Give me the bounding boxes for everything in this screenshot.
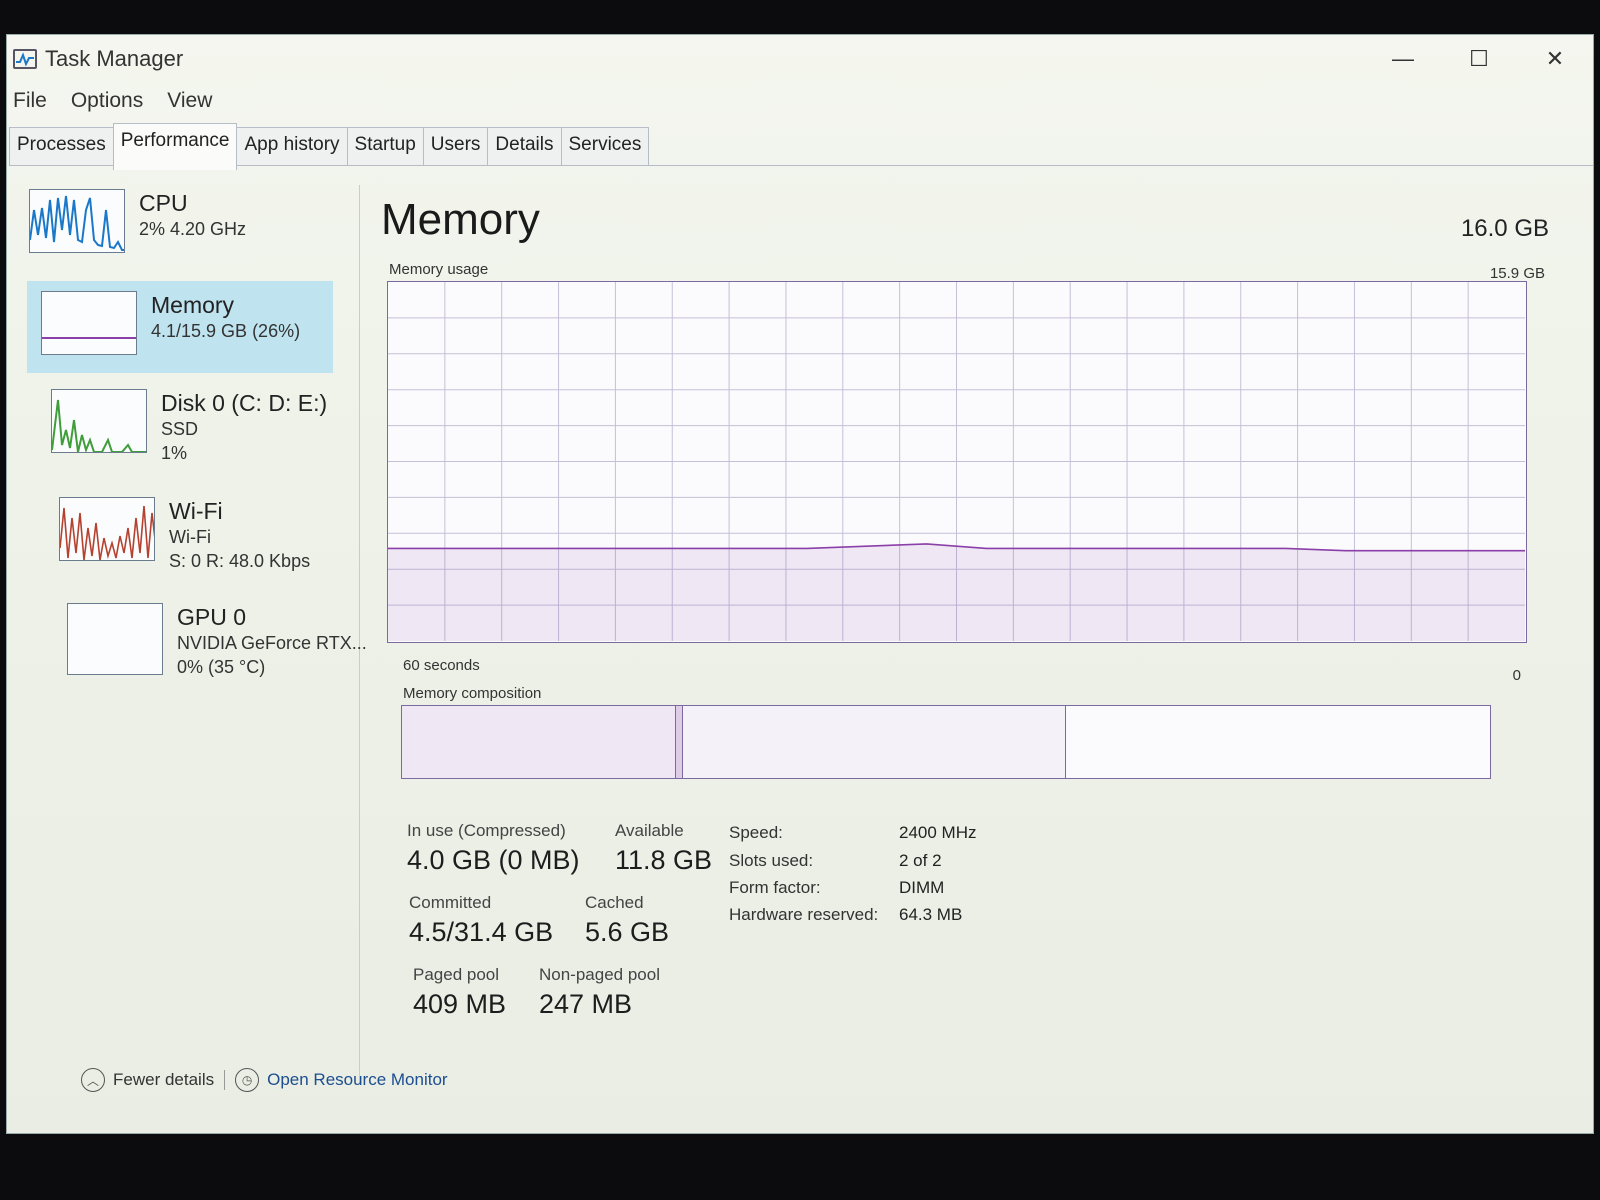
sidebar-memory-usage: 4.1/15.9 GB (26%) [151,321,301,341]
slots-used-value: 2 of 2 [899,851,942,870]
page-title: Memory [381,195,540,244]
tab-startup[interactable]: Startup [346,127,424,165]
memory-usage-area [388,543,1525,641]
tab-services[interactable]: Services [560,127,650,165]
sidebar-wifi-throughput: S: 0 R: 48.0 Kbps [169,551,311,571]
task-manager-icon [13,49,37,69]
gpu-thumbnail-graph [67,603,163,675]
maximize-button[interactable]: ☐ [1441,35,1517,83]
sidebar-gpu-title: GPU 0 [177,604,247,630]
speed-label: Speed: [729,823,783,842]
tab-details[interactable]: Details [487,127,562,165]
composition-segment-free [1066,706,1490,778]
tab-users[interactable]: Users [422,127,489,165]
cached-label: Cached [585,893,644,912]
speed-value: 2400 MHz [899,823,977,842]
composition-segment-standby [682,706,1066,778]
in-use-value: 4.0 GB (0 MB) [407,845,580,875]
sidebar-gpu-usage: 0% (35 °C) [177,657,266,677]
sidebar-cpu-usage: 2% 4.20 GHz [139,219,247,239]
fewer-details-button[interactable]: Fewer details [113,1070,214,1090]
hardware-reserved-label: Hardware reserved: [729,905,879,924]
resource-monitor-icon[interactable]: ◷ [235,1068,260,1092]
tab-performance[interactable]: Performance [112,123,238,170]
sidebar-cpu-title: CPU [139,190,188,216]
memory-thumbnail-graph [41,291,137,355]
sidebar-item-gpu[interactable]: GPU 0 NVIDIA GeForce RTX... 0% (35 °C) [67,603,387,695]
tab-processes[interactable]: Processes [9,127,114,165]
sidebar-item-memory[interactable]: Memory 4.1/15.9 GB (26%) [27,281,333,373]
sidebar-gpu-model: NVIDIA GeForce RTX... [177,633,367,653]
memory-detail-panel: Memory 16.0 GB Memory usage 15.9 GB 60 s… [379,185,1555,1085]
sidebar-wifi-title: Wi-Fi [169,498,223,524]
footer-divider [224,1070,226,1090]
time-axis-left-label: 60 seconds [403,657,480,674]
resource-sidebar: CPU 2% 4.20 GHz Memory 4.1/15.9 GB (26%) [21,185,367,1085]
menu-file[interactable]: File [11,87,49,119]
task-manager-window: Task Manager — ☐ ✕ File Options View Pro… [6,34,1594,1134]
footer: ︿ Fewer details ◷ Open Resource Monitor [81,1065,448,1095]
tab-app-history[interactable]: App history [236,127,348,165]
sidebar-disk-type: SSD [161,419,199,439]
cached-value: 5.6 GB [585,917,670,947]
sidebar-disk-title: Disk 0 (C: D: E:) [161,390,328,416]
paged-pool-label: Paged pool [413,965,500,984]
chevron-up-icon[interactable]: ︿ [81,1068,105,1092]
disk-thumbnail-graph [51,389,147,453]
sidebar-disk-usage: 1% [161,443,188,463]
minimize-button[interactable]: — [1365,35,1441,83]
in-use-label: In use (Compressed) [407,821,566,840]
memory-usage-graph [387,281,1527,643]
memory-composition-bar [401,705,1491,779]
total-memory: 16.0 GB [1460,215,1549,242]
sidebar-item-wifi[interactable]: Wi-Fi Wi-Fi S: 0 R: 48.0 Kbps [59,497,379,589]
menu-view[interactable]: View [165,87,214,119]
nonpaged-pool-label: Non-paged pool [539,965,660,984]
memory-usage-label: Memory usage [389,261,489,278]
available-value: 11.8 GB [615,845,713,875]
memory-usage-chart [388,282,1525,641]
menu-bar: File Options View [11,87,214,119]
form-factor-value: DIMM [899,878,945,897]
hardware-reserved-value: 64.3 MB [899,905,963,924]
committed-label: Committed [409,893,492,912]
memory-composition-label: Memory composition [403,685,542,702]
form-factor-label: Form factor: [729,878,821,897]
tab-bar: Processes Performance App history Startu… [9,123,1593,170]
slots-used-label: Slots used: [729,851,814,870]
menu-options[interactable]: Options [69,87,145,119]
committed-value: 4.5/31.4 GB [409,917,554,947]
composition-segment-in-use [402,706,676,778]
memory-usage-max-label: 15.9 GB [1489,265,1545,282]
window-title: Task Manager [45,46,184,71]
sidebar-item-disk[interactable]: Disk 0 (C: D: E:) SSD 1% [51,389,371,481]
title-bar: Task Manager — ☐ ✕ [7,35,1593,83]
composition-segment-modified [675,706,683,778]
wifi-thumbnail-graph [59,497,155,561]
cpu-thumbnail-graph [29,189,125,253]
time-axis-right-label: 0 [1512,667,1521,684]
available-label: Available [615,821,684,840]
sidebar-wifi-name: Wi-Fi [169,527,211,547]
paged-pool-value: 409 MB [413,989,507,1019]
open-resource-monitor-link[interactable]: Open Resource Monitor [267,1070,447,1090]
sidebar-item-cpu[interactable]: CPU 2% 4.20 GHz [29,189,349,281]
close-button[interactable]: ✕ [1517,35,1593,83]
nonpaged-pool-value: 247 MB [539,989,633,1019]
sidebar-memory-title: Memory [151,292,235,318]
